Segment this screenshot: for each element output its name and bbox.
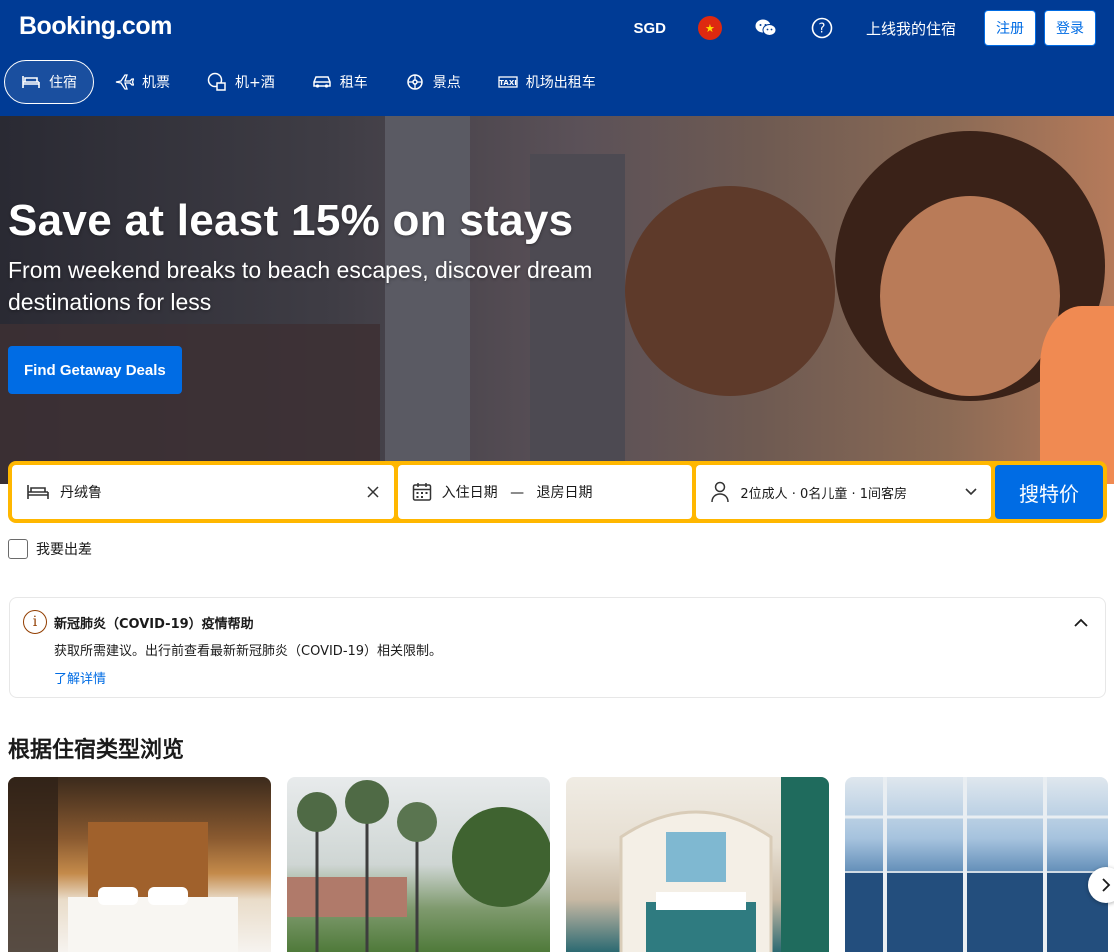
covid-notice: i 新冠肺炎（COVID-19）疫情帮助 获取所需建议。出行前查看最新新冠肺炎（… (9, 597, 1106, 698)
nav-tab-car-rental[interactable]: 租车 (295, 60, 385, 104)
search-button[interactable]: 搜特价 (995, 465, 1103, 519)
chevron-up-icon[interactable] (1071, 612, 1091, 632)
svg-text:TAXI: TAXI (499, 79, 517, 87)
property-type-card[interactable] (566, 777, 829, 952)
property-type-card[interactable] (287, 777, 550, 952)
attractions-icon (406, 74, 423, 90)
chevron-right-icon (1101, 878, 1110, 892)
hero-title: Save at least 15% on stays (8, 196, 574, 245)
nav-tab-attractions[interactable]: 景点 (388, 60, 478, 104)
property-type-card[interactable] (8, 777, 271, 952)
bed-icon (22, 76, 40, 88)
login-button[interactable]: 登录 (1044, 10, 1096, 46)
business-trip-label: 我要出差 (36, 542, 92, 558)
flight-hotel-icon (207, 72, 226, 91)
date-range-field[interactable]: 入住日期 — 退房日期 (397, 465, 693, 519)
business-trip-option[interactable]: 我要出差 (8, 539, 92, 559)
covid-title: 新冠肺炎（COVID-19）疫情帮助 (54, 617, 254, 632)
nav-tab-stays[interactable]: 住宿 (4, 60, 94, 104)
nav-tab-label: 住宿 (49, 75, 77, 91)
checkout-date: 退房日期 (536, 485, 593, 501)
car-icon (312, 76, 331, 88)
person-icon (711, 481, 730, 503)
hero-person (880, 196, 1060, 396)
svg-text:?: ? (819, 22, 826, 37)
nav-tab-flights[interactable]: 机票 (97, 60, 187, 104)
currency-selector[interactable]: SGD (633, 20, 666, 37)
apartment-image (619, 777, 829, 952)
nav-tab-label: 机票 (142, 75, 170, 91)
hero-person (625, 186, 835, 396)
destination-value: 丹绒鲁 (60, 485, 102, 501)
nav-tab-label: 景点 (432, 75, 461, 91)
covid-body: 获取所需建议。出行前查看最新新冠肺炎（COVID-19）相关限制。 (54, 644, 443, 659)
hero-banner: Save at least 15% on stays From weekend … (0, 116, 1114, 484)
browse-section-title: 根据住宿类型浏览 (8, 738, 185, 763)
nav-tab-label: 机场出租车 (525, 75, 596, 91)
villa-image (845, 777, 1108, 952)
product-nav: 住宿 机票 机+酒 租车 景点 TAXI 机场出租车 (4, 60, 616, 104)
date-separator: — (510, 485, 525, 501)
checkin-date: 入住日期 (441, 485, 498, 501)
date-range-text: 入住日期 — 退房日期 (442, 482, 679, 502)
search-bar: 丹绒鲁 入住日期 — 退房日期 2位成人 · 0名儿童 · 1间客房 搜特价 (8, 461, 1107, 523)
nav-tab-label: 机+酒 (235, 75, 275, 91)
property-type-carousel (8, 777, 1114, 952)
taxi-icon: TAXI (498, 76, 518, 88)
register-button[interactable]: 注册 (984, 10, 1036, 46)
hero-person (1040, 306, 1114, 484)
help-icon[interactable]: ? (810, 16, 834, 40)
covid-learn-more-link[interactable]: 了解详情 (54, 668, 106, 687)
business-trip-checkbox[interactable] (8, 539, 28, 559)
resort-image (287, 780, 550, 952)
find-deals-button[interactable]: Find Getaway Deals (8, 346, 182, 394)
destination-field[interactable]: 丹绒鲁 (12, 465, 394, 519)
clear-icon[interactable] (366, 485, 380, 499)
china-flag-icon[interactable]: ★ (697, 16, 722, 40)
property-type-card[interactable] (845, 777, 1108, 952)
guests-field[interactable]: 2位成人 · 0名儿童 · 1间客房 (696, 465, 992, 519)
header-actions: SGD ★ ? 上线我的住宿 注册 登录 (633, 10, 1096, 46)
info-icon: i (23, 610, 47, 634)
site-header: Booking.com SGD ★ ? 上线我的住宿 注册 登录 住宿 机票 机… (0, 0, 1114, 116)
nav-tab-airport-taxi[interactable]: TAXI 机场出租车 (481, 60, 613, 104)
nav-tab-flight-hotel[interactable]: 机+酒 (190, 60, 292, 104)
calendar-icon (412, 483, 431, 501)
plane-icon (115, 74, 134, 90)
bed-icon (27, 485, 49, 499)
guests-value: 2位成人 · 0名儿童 · 1间客房 (740, 486, 907, 502)
hero-subtitle: From weekend breaks to beach escapes, di… (8, 257, 593, 315)
hotel-room-image (8, 777, 238, 952)
list-property-link[interactable]: 上线我的住宿 (866, 18, 956, 39)
booking-logo[interactable]: Booking.com (19, 12, 172, 41)
chevron-down-icon (965, 488, 977, 496)
nav-tab-label: 租车 (339, 75, 368, 91)
wechat-icon[interactable] (754, 16, 778, 40)
